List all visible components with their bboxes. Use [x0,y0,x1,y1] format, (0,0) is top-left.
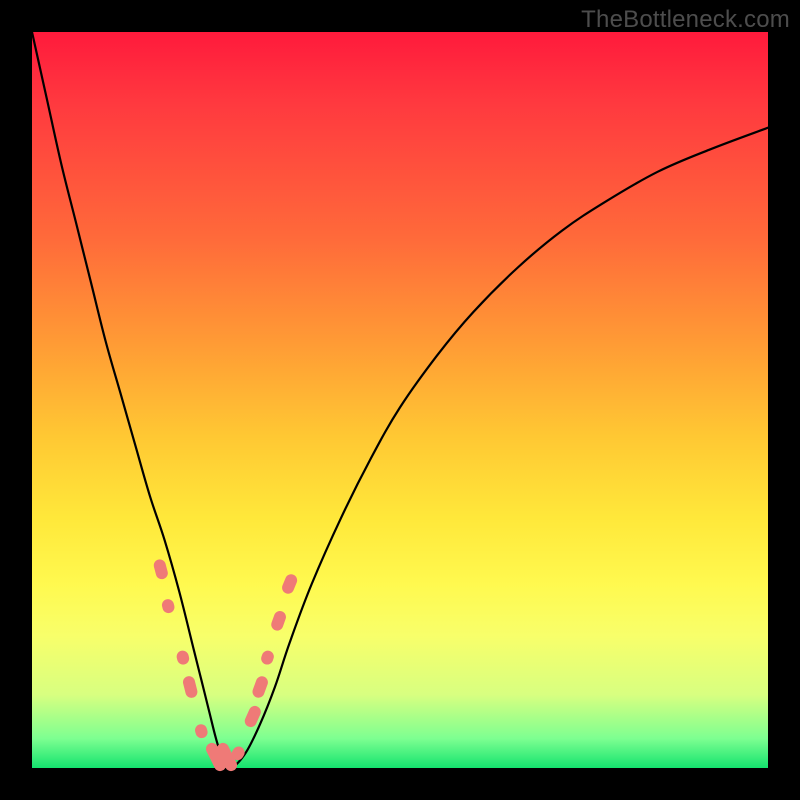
sample-blob [161,598,176,615]
sample-blob [280,572,299,595]
sample-blob [194,723,209,740]
sample-blob [175,649,190,665]
sample-blob [251,675,270,700]
watermark-text: TheBottleneck.com [581,6,790,34]
highlighted-samples [152,558,299,773]
sample-blob [259,649,275,666]
sample-blob [270,609,288,632]
sample-blob [152,558,169,580]
sample-blob [243,704,263,729]
plot-area [32,32,768,768]
overlay-layer [32,32,768,768]
chart-frame: TheBottleneck.com [0,0,800,800]
sample-blob [182,675,199,699]
